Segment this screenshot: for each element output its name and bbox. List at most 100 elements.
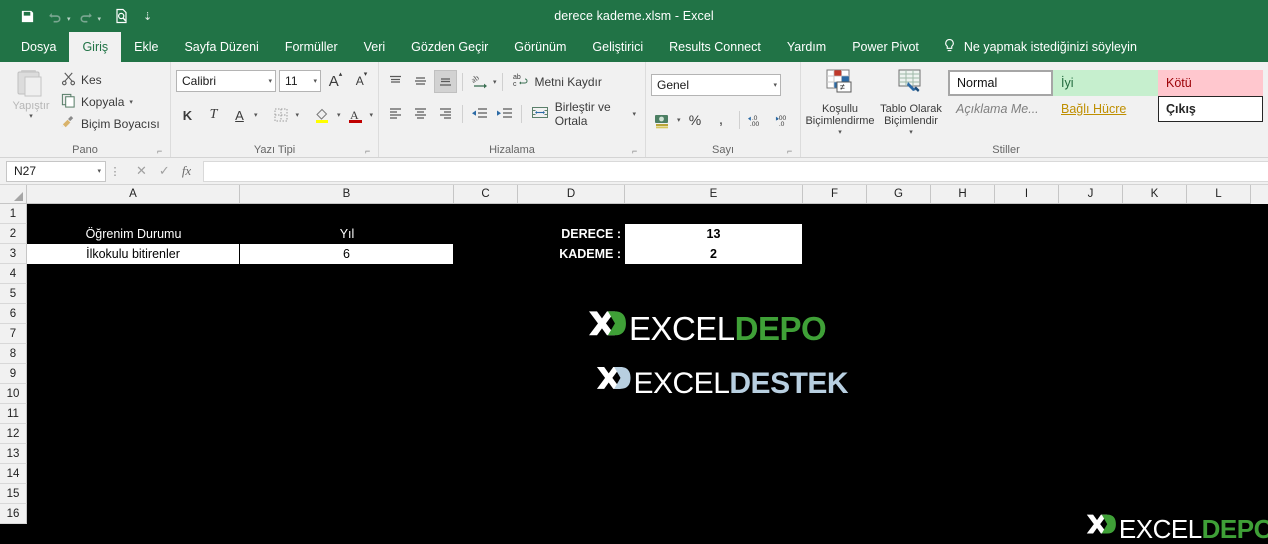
tab-results-connect[interactable]: Results Connect	[656, 32, 774, 62]
cell-style-normal[interactable]: Normal	[948, 70, 1053, 96]
row-header-10[interactable]: 10	[0, 384, 27, 404]
column-header-k[interactable]: K	[1123, 185, 1187, 204]
column-header-f[interactable]: F	[803, 185, 867, 204]
borders-dropdown-icon[interactable]: ▾	[296, 111, 300, 119]
bold-button[interactable]: K	[176, 104, 199, 127]
column-header-b[interactable]: B	[240, 185, 454, 204]
paste-dropdown-icon[interactable]: ▾	[29, 112, 33, 120]
tab-gorunum[interactable]: Görünüm	[501, 32, 579, 62]
row-header-3[interactable]: 3	[0, 244, 27, 264]
enter-icon[interactable]: ✓	[159, 163, 170, 179]
italic-button[interactable]: T	[202, 104, 225, 127]
formula-input[interactable]	[203, 160, 1268, 182]
accounting-format-icon[interactable]	[651, 109, 674, 132]
column-header-d[interactable]: D	[518, 185, 625, 204]
cancel-icon[interactable]: ✕	[136, 163, 147, 179]
cell-d2[interactable]: DERECE :	[518, 224, 625, 244]
shrink-font-button[interactable]: A ▾	[350, 70, 373, 93]
tab-ekle[interactable]: Ekle	[121, 32, 171, 62]
cell-b2[interactable]: Yıl	[240, 224, 454, 244]
fill-color-icon[interactable]	[311, 104, 334, 127]
format-as-table-dropdown-icon[interactable]: ▾	[909, 127, 913, 139]
name-box[interactable]: N27 ▾	[6, 160, 106, 182]
increase-indent-icon[interactable]	[493, 102, 516, 125]
row-header-13[interactable]: 13	[0, 444, 27, 464]
number-format-combo[interactable]: Genel ▾	[651, 74, 781, 96]
row-header-6[interactable]: 6	[0, 304, 27, 324]
wrap-text-button[interactable]: ab c Metni Kaydır	[508, 69, 606, 94]
column-header-a[interactable]: A	[27, 185, 240, 204]
align-right-icon[interactable]	[434, 102, 457, 125]
column-header-i[interactable]: I	[995, 185, 1059, 204]
row-header-16[interactable]: 16	[0, 504, 27, 524]
insert-function-icon[interactable]: fx	[182, 163, 191, 179]
undo-icon[interactable]	[42, 4, 68, 28]
align-middle-icon[interactable]	[409, 70, 432, 93]
row-header-4[interactable]: 4	[0, 264, 27, 284]
row-header-7[interactable]: 7	[0, 324, 27, 344]
cell-style-iyi[interactable]: İyi	[1053, 70, 1158, 96]
tab-formuller[interactable]: Formüller	[272, 32, 351, 62]
row-header-11[interactable]: 11	[0, 404, 27, 424]
cut-button[interactable]: Kes	[57, 69, 164, 90]
font-dialog-launcher[interactable]: ⌐	[365, 147, 374, 156]
tell-me-box[interactable]: Ne yapmak istediğinizi söyleyin	[932, 32, 1147, 62]
align-center-icon[interactable]	[409, 102, 432, 125]
align-left-icon[interactable]	[384, 102, 407, 125]
comma-style-icon[interactable]: ,	[710, 109, 733, 132]
tab-dosya[interactable]: Dosya	[8, 32, 69, 62]
row-header-1[interactable]: 1	[0, 204, 27, 224]
row-header-8[interactable]: 8	[0, 344, 27, 364]
grow-font-button[interactable]: A ▴	[324, 70, 347, 93]
save-icon[interactable]	[14, 4, 40, 28]
row-header-9[interactable]: 9	[0, 364, 27, 384]
cell-style-cikis[interactable]: Çıkış	[1158, 96, 1263, 122]
row-header-14[interactable]: 14	[0, 464, 27, 484]
cell-a3[interactable]: İlkokulu bitirenler	[27, 244, 240, 264]
decrease-indent-icon[interactable]	[468, 102, 491, 125]
cell-a2[interactable]: Öğrenim Durumu	[27, 224, 240, 244]
clipboard-dialog-launcher[interactable]: ⌐	[157, 147, 166, 156]
font-size-combo[interactable]: 11 ▾	[279, 70, 321, 92]
row-header-15[interactable]: 15	[0, 484, 27, 504]
cell-style-bagli-hucre[interactable]: Bağlı Hücre	[1053, 96, 1158, 122]
align-top-icon[interactable]	[384, 70, 407, 93]
orientation-icon[interactable]: ab	[468, 70, 491, 93]
font-name-combo[interactable]: Calibri ▾	[176, 70, 277, 92]
decrease-decimal-icon[interactable]: .00.0	[772, 109, 795, 132]
redo-dropdown-icon[interactable]: ▾	[98, 15, 102, 23]
orientation-dropdown-icon[interactable]: ▾	[493, 78, 497, 86]
number-dialog-launcher[interactable]: ⌐	[787, 147, 796, 156]
row-header-5[interactable]: 5	[0, 284, 27, 304]
print-preview-icon[interactable]	[109, 4, 135, 28]
tab-gelistirici[interactable]: Geliştirici	[579, 32, 656, 62]
column-header-g[interactable]: G	[867, 185, 931, 204]
tab-gozden-gecir[interactable]: Gözden Geçir	[398, 32, 501, 62]
font-color-dropdown-icon[interactable]: ▾	[370, 111, 374, 119]
align-bottom-icon[interactable]	[434, 70, 457, 93]
format-as-table-button[interactable]: Tablo Olarak Biçimlendir ▾	[878, 66, 944, 136]
borders-icon[interactable]	[270, 104, 293, 127]
tab-sayfa-duzeni[interactable]: Sayfa Düzeni	[171, 32, 271, 62]
merge-center-button[interactable]: Birleştir ve Ortala ▾	[527, 100, 640, 128]
column-header-h[interactable]: H	[931, 185, 995, 204]
tab-power-pivot[interactable]: Power Pivot	[839, 32, 932, 62]
cell-style-kotu[interactable]: Kötü	[1158, 70, 1263, 96]
tab-giris[interactable]: Giriş	[69, 32, 122, 62]
column-header-j[interactable]: J	[1059, 185, 1123, 204]
copy-button[interactable]: Kopyala ▾	[57, 91, 164, 112]
undo-dropdown-icon[interactable]: ▾	[67, 15, 71, 23]
underline-button[interactable]: A	[228, 104, 251, 127]
select-all-corner[interactable]	[0, 185, 27, 204]
cell-e2[interactable]: 13	[625, 224, 803, 244]
font-color-icon[interactable]: A	[344, 104, 367, 127]
cell-b3[interactable]: 6	[240, 244, 454, 264]
alignment-dialog-launcher[interactable]: ⌐	[632, 147, 641, 156]
paste-button[interactable]: Yapıştır ▾	[5, 66, 57, 136]
cell-d3[interactable]: KADEME :	[518, 244, 625, 264]
tab-yardim[interactable]: Yardım	[774, 32, 839, 62]
tab-veri[interactable]: Veri	[351, 32, 399, 62]
conditional-formatting-dropdown-icon[interactable]: ▾	[838, 127, 842, 139]
increase-decimal-icon[interactable]: .0.00	[745, 109, 768, 132]
percent-style-button[interactable]: %	[684, 109, 707, 132]
